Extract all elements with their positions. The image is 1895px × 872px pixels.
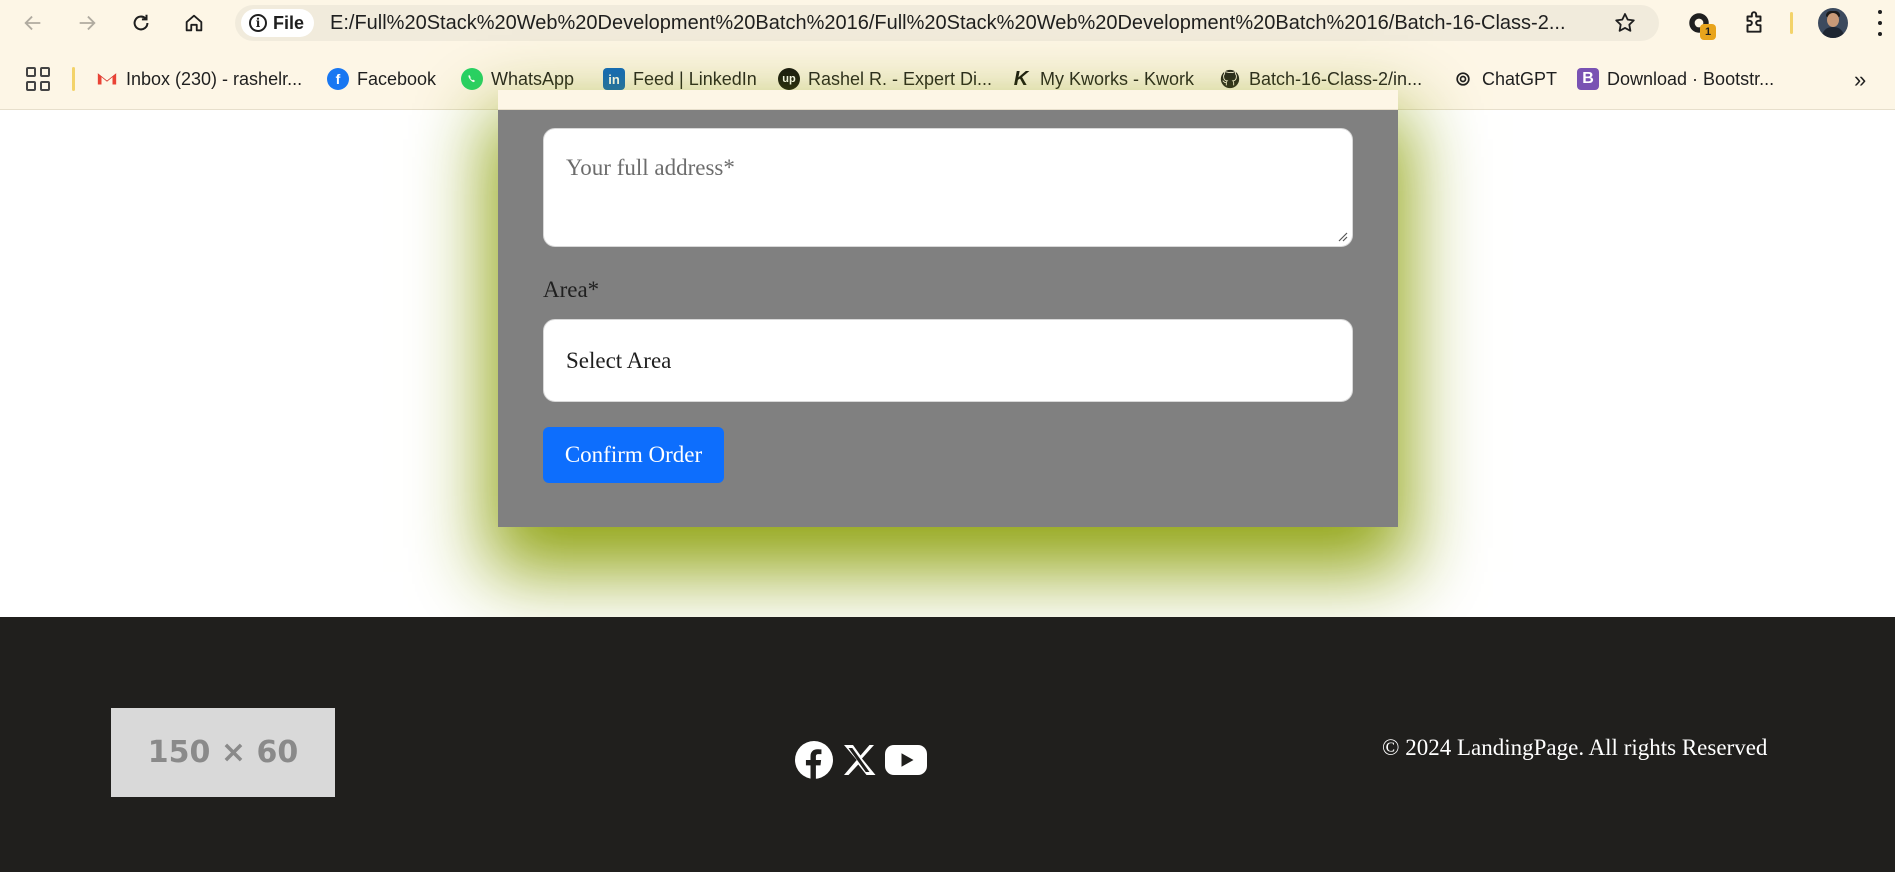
- logo-placeholder: 150 × 60: [111, 708, 335, 797]
- address-bar[interactable]: i File E:/Full%20Stack%20Web%20Developme…: [235, 5, 1659, 41]
- confirm-order-button[interactable]: Confirm Order: [543, 427, 724, 483]
- menu-icon[interactable]: [1876, 10, 1884, 36]
- facebook-icon: f: [327, 68, 349, 90]
- bookmark-label: Feed | LinkedIn: [633, 68, 757, 89]
- bookmark-upwork[interactable]: up Rashel R. - Expert Di...: [778, 67, 992, 91]
- profile-avatar[interactable]: [1818, 8, 1848, 38]
- area-label: Area*: [543, 277, 600, 302]
- bookmark-label: WhatsApp: [491, 68, 575, 89]
- site-info-chip[interactable]: i File: [241, 9, 315, 37]
- url-text[interactable]: E:/Full%20Stack%20Web%20Development%20Ba…: [330, 12, 1580, 35]
- bookmark-label: Rashel R. - Expert Di...: [808, 68, 993, 89]
- back-icon[interactable]: [16, 6, 50, 40]
- upwork-icon: up: [778, 68, 800, 90]
- address-textarea[interactable]: Your full address*: [543, 128, 1353, 247]
- bookmark-bootstrap[interactable]: B Download · Bootstr...: [1577, 67, 1774, 91]
- bookmark-facebook[interactable]: f Facebook: [327, 67, 436, 91]
- address-placeholder: Your full address*: [566, 155, 735, 180]
- gmail-icon: [96, 68, 118, 90]
- resize-handle-icon[interactable]: [1336, 230, 1348, 242]
- bookmark-label: My Kworks - Kwork: [1040, 68, 1195, 89]
- apps-grid-icon[interactable]: [26, 67, 50, 91]
- more-bookmarks-icon[interactable]: »: [1854, 67, 1866, 93]
- order-form-card: Your full address* Area* Select Area Con…: [498, 110, 1398, 527]
- reload-icon[interactable]: [124, 6, 158, 40]
- linkedin-icon: in: [603, 68, 625, 90]
- extension-badge: 1: [1700, 24, 1716, 40]
- bootstrap-icon: B: [1577, 68, 1599, 90]
- toolbar-divider: [1790, 12, 1793, 34]
- area-select-value: Select Area: [566, 347, 672, 373]
- site-info-label: File: [273, 12, 305, 33]
- bookmark-linkedin[interactable]: in Feed | LinkedIn: [603, 67, 757, 91]
- bookmarks-divider: [72, 67, 75, 91]
- bookmark-label: ChatGPT: [1482, 68, 1558, 89]
- forward-icon[interactable]: [70, 6, 104, 40]
- whatsapp-icon: [461, 68, 483, 90]
- home-icon[interactable]: [177, 6, 211, 40]
- bookmark-label: Download · Bootstr...: [1607, 68, 1775, 89]
- copyright-text: © 2024 LandingPage. All rights Reserved: [1382, 735, 1768, 760]
- bookmark-label: Inbox (230) - rashelr...: [126, 68, 303, 89]
- browser-toolbar: i File E:/Full%20Stack%20Web%20Developme…: [0, 0, 1895, 45]
- x-icon[interactable]: [841, 742, 877, 778]
- bookmark-github[interactable]: Batch-16-Class-2/in...: [1219, 67, 1422, 91]
- footer: 150 × 60 © 2024 LandingPage. All rights …: [0, 617, 1895, 872]
- info-icon: i: [249, 14, 267, 32]
- area-select[interactable]: Select Area: [543, 319, 1353, 402]
- bookmark-chatgpt[interactable]: ChatGPT: [1452, 67, 1557, 91]
- bookmark-label: Facebook: [357, 68, 437, 89]
- bookmark-label: Batch-16-Class-2/in...: [1249, 68, 1423, 89]
- extensions-icon[interactable]: [1737, 6, 1771, 40]
- youtube-icon[interactable]: [885, 745, 927, 775]
- bookmark-whatsapp[interactable]: WhatsApp: [461, 67, 574, 91]
- chatgpt-icon: [1452, 68, 1474, 90]
- page-content: Your full address* Area* Select Area Con…: [0, 110, 1895, 872]
- bookmark-gmail[interactable]: Inbox (230) - rashelr...: [96, 67, 302, 91]
- star-icon[interactable]: [1611, 9, 1639, 37]
- facebook-icon[interactable]: [795, 741, 833, 779]
- github-icon: [1219, 68, 1241, 90]
- kwork-icon: K: [1013, 67, 1029, 90]
- extension-button[interactable]: 1: [1682, 6, 1716, 40]
- social-links: [795, 741, 927, 779]
- bookmark-kwork[interactable]: K My Kworks - Kwork: [1010, 67, 1194, 91]
